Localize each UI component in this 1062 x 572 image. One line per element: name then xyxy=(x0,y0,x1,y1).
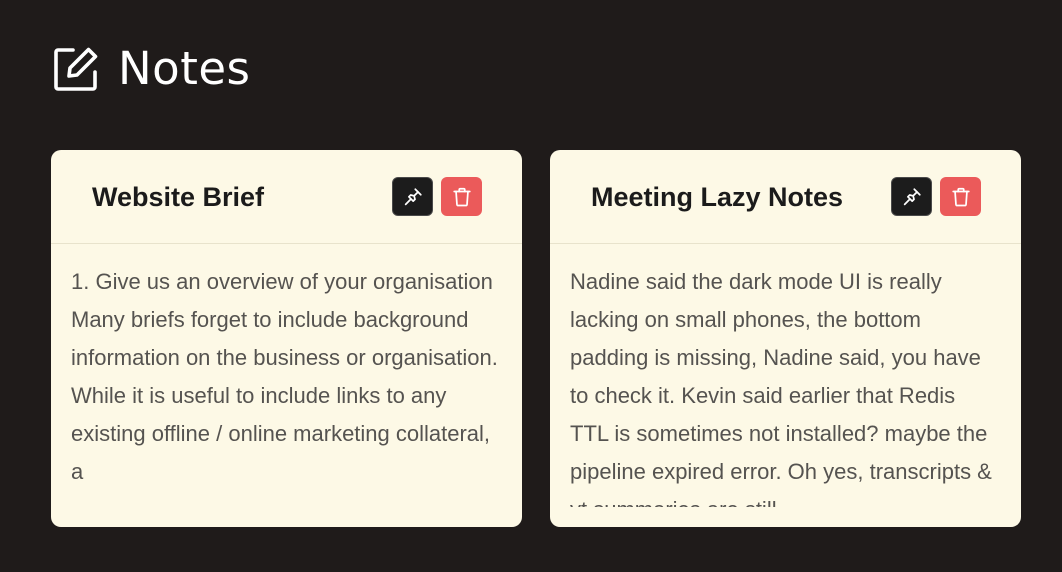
note-body[interactable]: 1. Give us an overview of your organisat… xyxy=(71,263,498,507)
trash-icon xyxy=(951,187,970,206)
note-title: Website Brief xyxy=(92,182,265,212)
page-title: Notes xyxy=(118,42,251,95)
pin-icon xyxy=(404,187,422,205)
note-title: Meeting Lazy Notes xyxy=(591,182,844,212)
note-card-header: Meeting Lazy Notes xyxy=(550,150,1021,244)
pin-icon xyxy=(903,187,921,205)
note-card: Meeting Lazy Notes Nadine said the dark … xyxy=(550,150,1021,527)
trash-icon xyxy=(452,187,471,206)
note-body[interactable]: Nadine said the dark mode UI is really l… xyxy=(570,263,997,507)
note-card-header: Website Brief xyxy=(51,150,522,244)
page-header: Notes xyxy=(52,44,250,94)
note-card: Website Brief 1. Give us an overview of … xyxy=(51,150,522,527)
pin-button[interactable] xyxy=(891,177,932,216)
delete-button[interactable] xyxy=(441,177,482,216)
edit-icon xyxy=(54,47,98,91)
pin-button[interactable] xyxy=(392,177,433,216)
delete-button[interactable] xyxy=(940,177,981,216)
